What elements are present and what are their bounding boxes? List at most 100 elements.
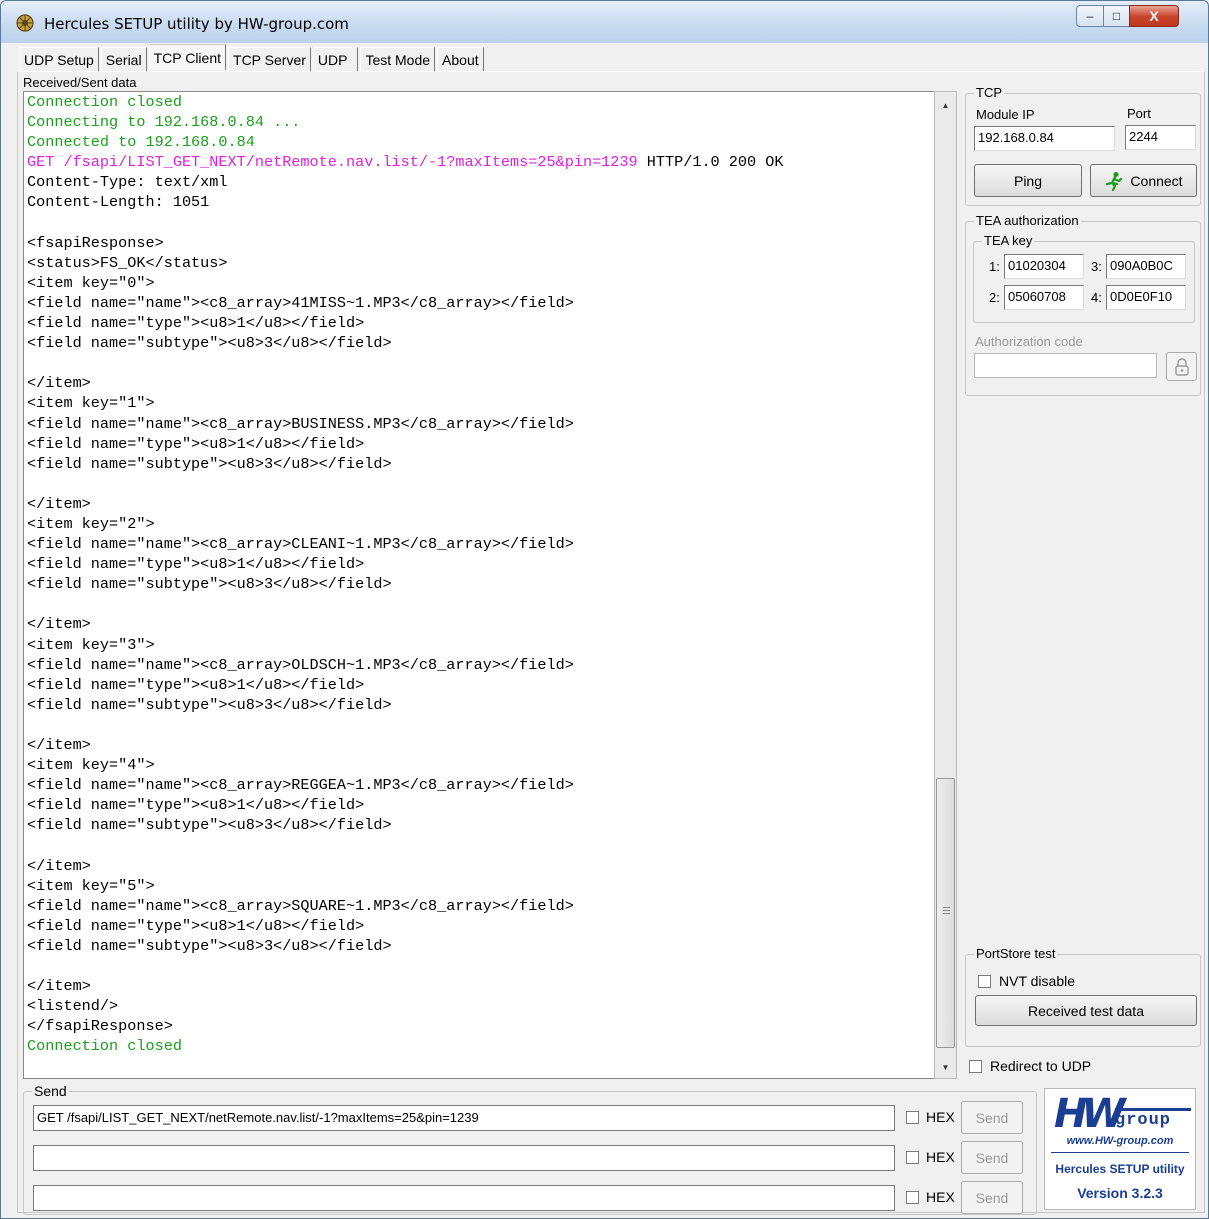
tab-serial[interactable]: Serial [100,47,147,71]
log-line: Content-Type: text/xml [27,172,932,192]
log-line-text: <item key="2"> [27,514,155,533]
tab-strip: UDP Setup Serial TCP Client TCP Server U… [19,44,486,71]
send-button-2[interactable]: Send [961,1141,1023,1174]
nvt-disable-checkbox[interactable] [978,975,991,988]
tea-key-3-input[interactable]: 090A0B0C [1106,254,1186,279]
hw-logo-product-name: Hercules SETUP utility [1055,1162,1185,1176]
log-line-text: <field name="name"><c8_array>BUSINESS.MP… [27,414,574,433]
log-line: <item key="5"> [27,876,932,896]
log-line: <field name="subtype"><u8>3</u8></field> [27,936,932,956]
title-bar: Hercules SETUP utility by HW-group.com –… [1,1,1208,43]
tea-key-1-input[interactable]: 01020304 [1004,254,1084,279]
log-line-text: Connection closed [27,1037,182,1056]
log-scrollbar[interactable]: ▲ ▼ [934,91,957,1079]
log-line-text: <field name="subtype"><u8>3</u8></field> [27,334,392,353]
hex-checkbox-2[interactable] [906,1151,919,1164]
log-line: <field name="name"><c8_array>BUSINESS.MP… [27,414,932,434]
authorization-code-input[interactable] [974,353,1157,378]
log-line-suffix: HTTP/1.0 200 OK [637,153,784,172]
scroll-thumb[interactable] [936,778,955,1048]
send-group-title: Send [32,1083,69,1099]
log-line: <item key="4"> [27,755,932,775]
minimize-button[interactable]: – [1076,5,1104,27]
log-line: GET /fsapi/LIST_GET_NEXT/netRemote.nav.l… [27,152,932,172]
ping-label: Ping [1013,172,1043,189]
tab-tcp-server[interactable]: TCP Server [228,47,311,71]
received-data-log[interactable]: Connection closed Connecting to 192.168.0… [23,91,957,1079]
log-line: </item> [27,976,932,996]
scroll-down-arrow-icon[interactable]: ▼ [935,1058,956,1076]
tea-key-4-input[interactable]: 0D0E0F10 [1106,285,1186,310]
hex-checkbox-1[interactable] [906,1111,919,1124]
log-line: </item> [27,373,932,393]
log-line: Connecting to 192.168.0.84 ... [27,112,932,132]
tab-tcp-client[interactable]: TCP Client [148,44,227,70]
received-test-data-button[interactable]: Received test data [975,995,1197,1026]
close-button[interactable]: X [1129,5,1179,27]
log-line-text: </item> [27,856,91,875]
send-button-2-label: Send [975,1149,1009,1166]
log-line: <fsapiResponse> [27,233,932,253]
log-line: Connection closed [27,1036,932,1056]
module-ip-input[interactable]: 192.168.0.84 [974,126,1115,151]
maximize-icon: □ [1112,9,1121,23]
log-line: <field name="type"><u8>1</u8></field> [27,554,932,574]
received-test-data-label: Received test data [1028,1002,1144,1019]
log-line: <field name="type"><u8>1</u8></field> [27,434,932,454]
ping-button[interactable]: Ping [974,164,1082,197]
hw-group-logo[interactable]: HW group www.HW-group.com Hercules SETUP… [1044,1088,1196,1210]
tcp-group-title: TCP [974,85,1004,101]
log-line-text: <item key="1"> [27,394,155,413]
tab-udp-setup[interactable]: UDP Setup [19,47,99,71]
hex-label-1: HEX [926,1109,955,1125]
redirect-to-udp-checkbox[interactable] [969,1060,982,1073]
log-line: Content-Length: 1051 [27,192,932,212]
send-input-1[interactable]: GET /fsapi/LIST_GET_NEXT/netRemote.nav.l… [33,1105,895,1131]
log-line-text: <item key="3"> [27,635,155,654]
log-line: <status>FS_OK</status> [27,253,932,273]
tea-group-title: TEA authorization [974,213,1081,229]
log-line-text: <field name="type"><u8>1</u8></field> [27,555,365,574]
log-line: <field name="name"><c8_array>SQUARE~1.MP… [27,896,932,916]
tea-key-2-input[interactable]: 05060708 [1004,285,1084,310]
tab-about[interactable]: About [437,47,484,71]
authorization-code-label: Authorization code [975,334,1083,349]
connect-button[interactable]: Connect [1090,164,1197,197]
log-line-text: </fsapiResponse> [27,1017,173,1036]
send-button-3[interactable]: Send [961,1181,1023,1214]
lock-button[interactable] [1166,352,1197,381]
log-line: <field name="type"><u8>1</u8></field> [27,313,932,333]
tea-key-title: TEA key [982,233,1035,249]
log-line-text: <listend/> [27,997,119,1016]
port-label: Port [1127,106,1151,121]
log-line: <listend/> [27,996,932,1016]
hercules-app-icon[interactable] [15,13,35,33]
maximize-button[interactable]: □ [1103,5,1130,27]
send-input-2[interactable] [33,1145,895,1171]
tab-udp[interactable]: UDP [312,47,359,71]
log-line-text: <field name="subtype"><u8>3</u8></field> [27,575,392,594]
log-line: <item key="3"> [27,635,932,655]
log-line: <field name="name"><c8_array>41MISS~1.MP… [27,293,932,313]
log-line: <field name="subtype"><u8>3</u8></field> [27,815,932,835]
scroll-up-arrow-icon[interactable]: ▲ [935,96,956,114]
log-line-text: </item> [27,374,91,393]
hex-checkbox-3[interactable] [906,1191,919,1204]
window-title: Hercules SETUP utility by HW-group.com [44,15,349,33]
log-lines: Connection closed Connecting to 192.168.0… [27,92,932,1057]
log-line-text: Content-Length: 1051 [27,193,210,212]
port-input[interactable]: 2244 [1125,125,1196,150]
log-line: Connected to 192.168.0.84 [27,132,932,152]
log-line: <field name="name"><c8_array>REGGEA~1.MP… [27,775,932,795]
log-line-text: <status>FS_OK</status> [27,253,228,272]
send-input-3[interactable] [33,1185,895,1211]
send-button-1[interactable]: Send [961,1101,1023,1134]
log-line-text: <field name="name"><c8_array>41MISS~1.MP… [27,293,574,312]
log-line: <field name="type"><u8>1</u8></field> [27,916,932,936]
tab-test-mode[interactable]: Test Mode [360,47,436,71]
